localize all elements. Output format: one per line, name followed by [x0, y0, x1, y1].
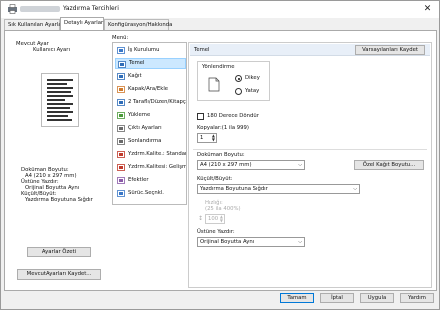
- menu-item[interactable]: İş Kurulumu: [115, 45, 186, 56]
- doc-size-select[interactable]: A4 (210 x 297 mm) ⌵: [197, 160, 305, 170]
- duplex-icon: [117, 99, 125, 106]
- menu-item[interactable]: Çıktı Ayarları: [115, 123, 186, 134]
- custom-paper-size-button[interactable]: Özel Kağıt Boyutu...: [354, 160, 424, 170]
- menu-item[interactable]: Yükleme: [115, 110, 186, 121]
- save-defaults-button[interactable]: Varsayılanları Kaydet: [355, 45, 425, 55]
- ratio-range: (25 ila 400%): [205, 206, 241, 212]
- landscape-radio[interactable]: [235, 88, 242, 95]
- ok-button[interactable]: Tamam: [280, 293, 314, 303]
- close-icon[interactable]: ✕: [422, 4, 433, 15]
- cover-icon: [117, 86, 125, 93]
- effects-icon: [117, 177, 125, 184]
- window-title: Yazdırma Tercihleri: [63, 5, 119, 12]
- quality-advanced-icon: [117, 164, 125, 171]
- help-button[interactable]: Yardım: [400, 293, 434, 303]
- copies-value: 1: [200, 135, 204, 141]
- menu-item[interactable]: Temel: [115, 58, 186, 69]
- cancel-button[interactable]: İptal: [320, 293, 354, 303]
- menu-item[interactable]: Sonlandırma: [115, 136, 186, 147]
- landscape-label: Yatay: [245, 88, 260, 94]
- chevron-down-icon: ⌵: [353, 186, 357, 192]
- job-setup-icon: [117, 47, 125, 54]
- print-preferences-window: Yazdırma Tercihleri ✕ Sık Kullanılan Aya…: [0, 0, 440, 310]
- printer-icon: [8, 4, 17, 14]
- menu-item-label: Temel: [129, 60, 145, 66]
- finishing-icon: [117, 138, 125, 145]
- output-icon: [117, 125, 125, 132]
- stepper-arrows-icon: ▲ ▼: [211, 133, 215, 142]
- ratio-stepper[interactable]: 100 ▲ ▼: [205, 214, 225, 224]
- doc-size-label: Doküman Boyutu:: [197, 152, 245, 158]
- menu-item[interactable]: Sürüc.Seçnkl.: [115, 188, 186, 199]
- menu-item-label: Sonlandırma: [128, 138, 162, 144]
- menu-item[interactable]: 2 Taraflı/Düzen/Kitapçık: [115, 97, 186, 108]
- rotate-180-checkbox[interactable]: [197, 113, 204, 120]
- overlay-label: Üstüne Yazdır:: [197, 229, 235, 235]
- menu-item-label: Efektler: [128, 177, 149, 183]
- menu-item[interactable]: Kağıt: [115, 71, 186, 82]
- menu-item-label: Sürüc.Seçnkl.: [128, 190, 164, 196]
- page-preview: [41, 73, 79, 127]
- tab-configuration-about[interactable]: Konfigürasyon/Hakkında: [104, 19, 172, 30]
- paper-icon: [117, 73, 125, 80]
- menu-item-label: Kapak/Ara/Ekle: [128, 86, 169, 92]
- basic-settings-panel: Temel Varsayılanları Kaydet Yönlendirme …: [188, 42, 432, 288]
- copies-stepper[interactable]: 1 ▲ ▼: [197, 133, 217, 143]
- current-setting-subheading: Kullanıcı Ayarı: [33, 47, 70, 53]
- driver-options-icon: [117, 190, 125, 197]
- divider: [193, 149, 427, 150]
- rotate-180-label: 180 Derece Döndür: [207, 113, 259, 119]
- menu-label: Menü:: [112, 35, 129, 41]
- layout-icon: [117, 112, 125, 119]
- doc-size-value: A4 (210 x 297 mm): [200, 162, 252, 168]
- save-current-settings-button[interactable]: MevcutAyarları Kaydet...: [17, 269, 101, 280]
- panel-title: Temel: [194, 47, 210, 53]
- ratio-arrow-icon: ↕: [198, 215, 204, 222]
- scale-select[interactable]: Yazdırma Boyutuna Sığdır ⌵: [197, 184, 360, 194]
- tab-favorites[interactable]: Sık Kullanılan Ayarlar: [4, 19, 64, 30]
- menu-item-label: 2 Taraflı/Düzen/Kitapçık: [128, 99, 186, 105]
- menu-item[interactable]: Kapak/Ara/Ekle: [115, 84, 186, 95]
- basic-icon: [118, 61, 126, 68]
- info-scale-value: Yazdırma Boyutuna Sığdır: [25, 197, 93, 203]
- current-setting-info: Doküman Boyutu: A4 (210 x 297 mm) Üstüne…: [21, 167, 93, 203]
- chevron-down-icon: ⌵: [298, 239, 302, 245]
- menu-item-label: Yükleme: [128, 112, 151, 118]
- portrait-page-icon: [208, 77, 220, 92]
- quality-icon: [117, 151, 125, 158]
- orientation-group: Yönlendirme Dikey Yatay: [197, 61, 270, 101]
- ratio-value: 100: [208, 216, 219, 222]
- menu-item-label: İş Kurulumu: [128, 47, 160, 53]
- printer-name-redacted: [20, 6, 60, 12]
- menu-item[interactable]: Yzdrm.Kalitesi: Gelişmiş: [115, 162, 186, 173]
- menu-item-label: Çıktı Ayarları: [128, 125, 162, 131]
- portrait-radio[interactable]: [235, 75, 242, 82]
- tab-page: Mevcut Ayar Kullanıcı Ayarı Doküman Boyu…: [4, 30, 437, 291]
- settings-summary-button[interactable]: Ayarlar Özeti: [27, 247, 91, 257]
- menu-item-label: Yzdrm.Kalitesi: Gelişmiş: [128, 164, 186, 170]
- scale-label: Küçült/Büyüt:: [197, 176, 233, 182]
- scale-value: Yazdırma Boyutuna Sığdır: [200, 186, 268, 192]
- menu-item-label: Kağıt: [128, 73, 142, 79]
- orientation-label: Yönlendirme: [202, 64, 235, 70]
- current-setting-panel: Mevcut Ayar Kullanıcı Ayarı Doküman Boyu…: [11, 39, 103, 257]
- menu-list: İş Kurulumu Temel Kağıt Kapak/Ara/Ekle 2 Tar…: [112, 42, 187, 205]
- apply-button[interactable]: Uygula: [360, 293, 394, 303]
- overlay-value: Orijinal Boyutta Aynı: [200, 239, 255, 245]
- menu-item-label: Yzdrm.Kalite.: Standart: [128, 151, 186, 157]
- chevron-down-icon: ⌵: [298, 162, 302, 168]
- portrait-label: Dikey: [245, 75, 260, 81]
- overlay-select[interactable]: Orijinal Boyutta Aynı ⌵: [197, 237, 305, 247]
- title-bar: Yazdırma Tercihleri ✕: [1, 1, 439, 18]
- menu-item[interactable]: Efektler: [115, 175, 186, 186]
- menu-item[interactable]: Yzdrm.Kalite.: Standart: [115, 149, 186, 160]
- stepper-arrows-icon: ▲ ▼: [219, 214, 223, 223]
- tab-detailed-settings[interactable]: Detaylı Ayarlar: [60, 17, 104, 30]
- copies-label: Kopyalar:(1 ila 999): [197, 125, 249, 131]
